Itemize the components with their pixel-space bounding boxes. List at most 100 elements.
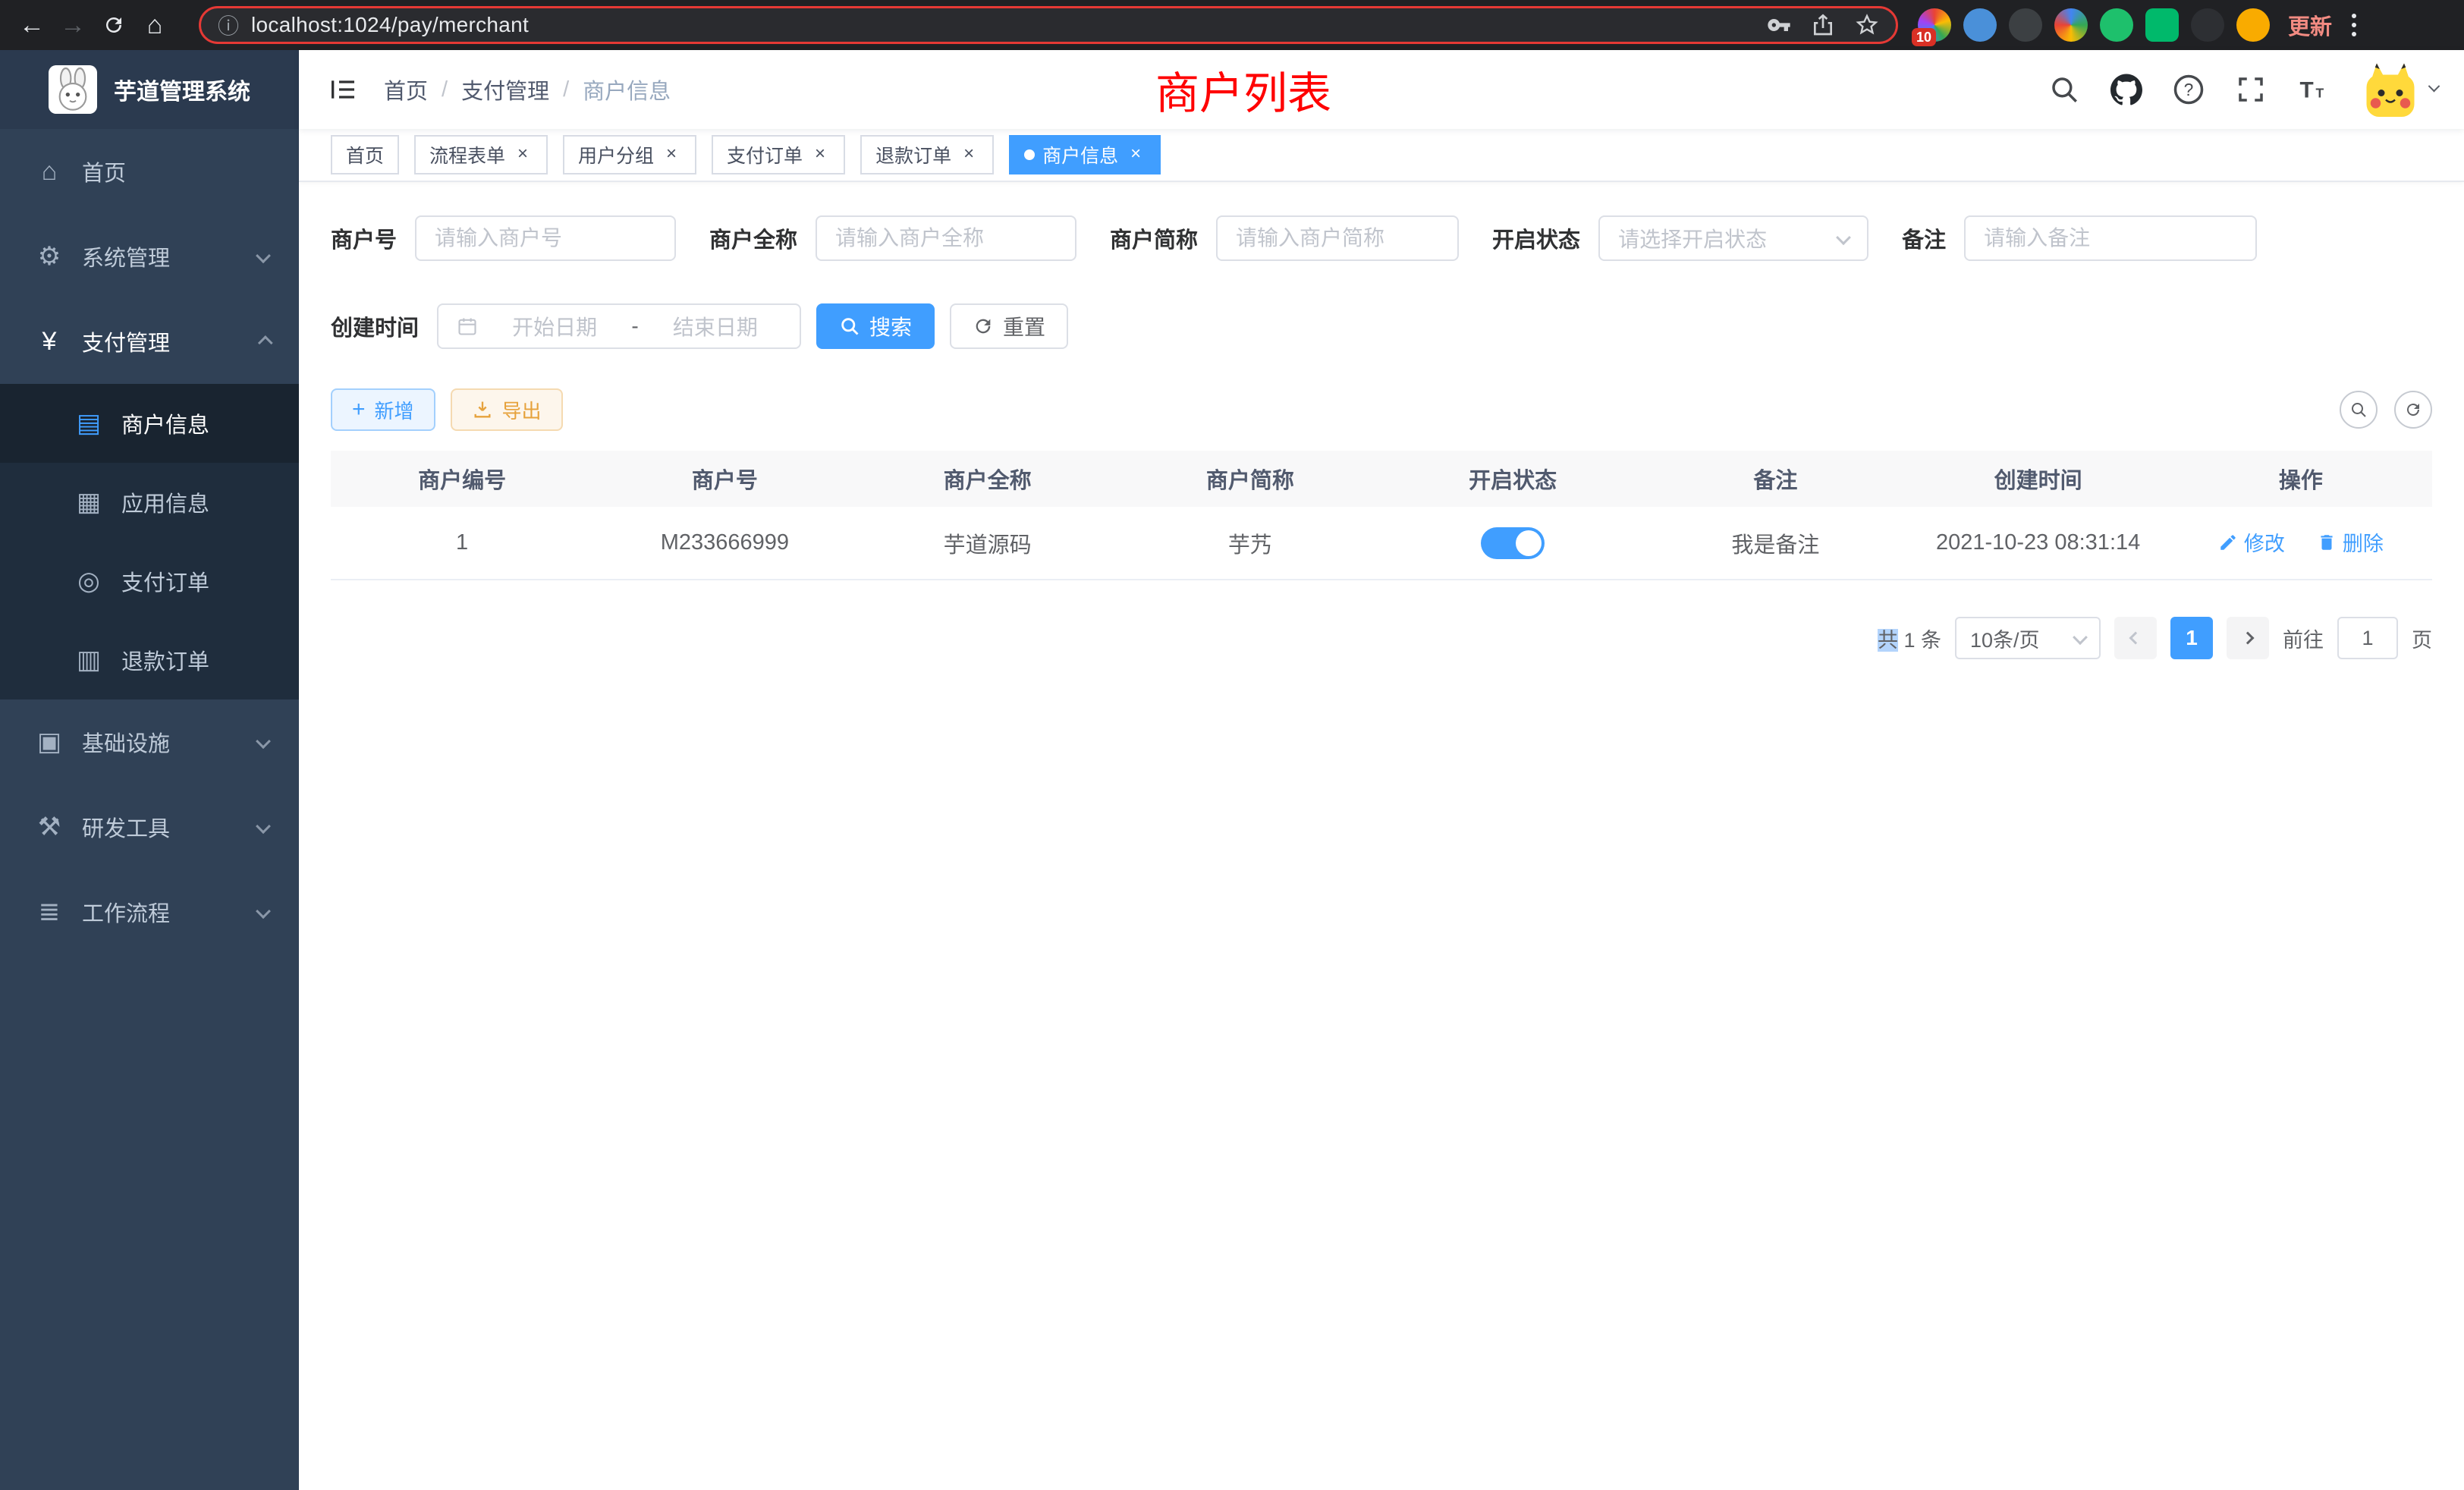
help-icon[interactable]: ? <box>2170 71 2207 108</box>
fullscreen-icon[interactable] <box>2233 71 2269 108</box>
breadcrumb-payment[interactable]: 支付管理 <box>461 74 549 105</box>
close-icon[interactable] <box>662 145 681 165</box>
home-icon[interactable]: ⌂ <box>137 7 173 43</box>
browser-menu-icon[interactable] <box>2347 9 2361 41</box>
close-icon[interactable] <box>513 145 533 165</box>
bookmark-star-icon[interactable] <box>1855 13 1879 37</box>
tab-label: 流程表单 <box>429 141 505 168</box>
next-page-button[interactable] <box>2227 617 2269 659</box>
goto-label: 前往 <box>2283 624 2324 653</box>
sidebar-item-system[interactable]: ⚙ 系统管理 <box>0 214 299 299</box>
extension-icon[interactable] <box>2009 8 2042 42</box>
reload-icon[interactable] <box>96 7 132 43</box>
sidebar-item-label: 工作流程 <box>82 896 170 928</box>
close-icon[interactable] <box>1126 145 1146 165</box>
hamburger-icon[interactable] <box>325 71 361 108</box>
add-button[interactable]: 新增 <box>331 388 435 431</box>
extension-icon[interactable] <box>2054 8 2088 42</box>
sidebar-item-label: 支付管理 <box>82 325 170 357</box>
app-frame: 芋道管理系统 ⌂ 首页 ⚙ 系统管理 ¥ 支付管理 ▤ 商户信息 <box>0 50 2464 1490</box>
monitor-icon: ▣ <box>30 727 68 757</box>
export-button[interactable]: 导出 <box>451 388 563 431</box>
select-placeholder: 请选择开启状态 <box>1618 223 1767 253</box>
merchant-no-input[interactable] <box>415 215 676 261</box>
extensions-area: 10 <box>1918 8 2270 42</box>
sidebar-item-pay-order[interactable]: ◎ 支付订单 <box>0 542 299 621</box>
status-select[interactable]: 请选择开启状态 <box>1598 215 1868 261</box>
sidebar-item-home[interactable]: ⌂ 首页 <box>0 129 299 214</box>
sidebar-item-dev-tools[interactable]: ⚒ 研发工具 <box>0 784 299 869</box>
date-separator: - <box>631 314 638 338</box>
chevron-up-icon <box>258 329 269 354</box>
user-menu[interactable] <box>2363 62 2438 117</box>
sidebar-item-infrastructure[interactable]: ▣ 基础设施 <box>0 699 299 784</box>
sidebar-item-merchant-info[interactable]: ▤ 商户信息 <box>0 384 299 463</box>
tab-refund-order[interactable]: 退款订单 <box>860 135 994 174</box>
filter-short-name: 商户简称 <box>1110 215 1459 261</box>
github-icon[interactable] <box>2108 71 2145 108</box>
chrome-update-button[interactable]: 更新 <box>2288 9 2332 41</box>
tab-user-group[interactable]: 用户分组 <box>563 135 696 174</box>
svg-text:T: T <box>2300 78 2314 103</box>
chevron-down-icon <box>1838 226 1849 250</box>
navbar-tools: ? TT <box>2046 62 2438 117</box>
share-icon[interactable] <box>1811 13 1835 37</box>
sidebar-item-refund-order[interactable]: ▥ 退款订单 <box>0 621 299 699</box>
sidebar: 芋道管理系统 ⌂ 首页 ⚙ 系统管理 ¥ 支付管理 ▤ 商户信息 <box>0 50 299 1490</box>
extension-icon[interactable] <box>1963 8 1997 42</box>
search-button[interactable]: 搜索 <box>816 303 935 349</box>
password-key-icon[interactable] <box>1767 13 1791 37</box>
page-size-select[interactable]: 10条/页 <box>1955 617 2101 659</box>
dashboard-icon: ⌂ <box>30 157 68 187</box>
gear-icon: ⚙ <box>30 241 68 272</box>
page-number-1[interactable]: 1 <box>2170 617 2213 659</box>
breadcrumb-current: 商户信息 <box>583 74 671 105</box>
status-switch[interactable] <box>1481 527 1545 559</box>
tab-home[interactable]: 首页 <box>331 135 399 174</box>
close-icon[interactable] <box>810 145 830 165</box>
edit-link[interactable]: 修改 <box>2218 527 2285 557</box>
cell-status <box>1381 507 1644 580</box>
caret-down-icon <box>2430 83 2438 96</box>
column-header: 备注 <box>1644 451 1906 507</box>
goto-page-input[interactable] <box>2337 617 2398 659</box>
app-logo[interactable]: 芋道管理系统 <box>0 50 299 129</box>
sidebar-item-app-info[interactable]: ▦ 应用信息 <box>0 463 299 542</box>
refresh-button[interactable] <box>2394 391 2432 429</box>
address-bar[interactable]: ⓘ localhost:1024/pay/merchant <box>199 6 1898 44</box>
full-name-input[interactable] <box>816 215 1076 261</box>
remark-input[interactable] <box>1964 215 2257 261</box>
site-info-icon[interactable]: ⓘ <box>218 10 239 40</box>
font-size-icon[interactable]: TT <box>2295 71 2331 108</box>
toggle-search-button[interactable] <box>2340 391 2378 429</box>
cell-create-time: 2021-10-23 08:31:14 <box>1907 507 2170 580</box>
extension-icon[interactable] <box>2191 8 2224 42</box>
extension-icon[interactable] <box>2236 8 2270 42</box>
short-name-input[interactable] <box>1216 215 1459 261</box>
search-icon[interactable] <box>2046 71 2082 108</box>
extension-icon[interactable] <box>2145 8 2179 42</box>
yen-icon: ¥ <box>30 327 68 357</box>
main-area: 首页 / 支付管理 / 商户信息 商户列表 ? <box>299 50 2464 1490</box>
url-text[interactable]: localhost:1024/pay/merchant <box>251 13 529 37</box>
tab-label: 商户信息 <box>1042 141 1118 168</box>
date-range-picker[interactable]: 开始日期 - 结束日期 <box>437 303 801 349</box>
close-icon[interactable] <box>959 145 979 165</box>
back-icon[interactable]: ← <box>14 7 50 43</box>
prev-page-button[interactable] <box>2114 617 2157 659</box>
delete-link[interactable]: 删除 <box>2317 527 2384 557</box>
tab-merchant-info[interactable]: 商户信息 <box>1009 135 1161 174</box>
browser-toolbar: ← → ⌂ ⓘ localhost:1024/pay/merchant 10 <box>0 0 2464 50</box>
extension-icon[interactable] <box>2100 8 2133 42</box>
user-avatar[interactable] <box>2363 62 2418 117</box>
breadcrumb-home[interactable]: 首页 <box>384 74 428 105</box>
sidebar-item-workflow[interactable]: ≣ 工作流程 <box>0 869 299 954</box>
extension-icon[interactable]: 10 <box>1918 8 1951 42</box>
edit-link-label: 修改 <box>2244 527 2285 557</box>
tab-process-form[interactable]: 流程表单 <box>414 135 548 174</box>
forward-icon[interactable]: → <box>55 7 91 43</box>
sidebar-item-payment[interactable]: ¥ 支付管理 <box>0 299 299 384</box>
table-header-row: 商户编号 商户号 商户全称 商户简称 开启状态 备注 创建时间 操作 <box>331 451 2432 507</box>
tab-pay-order[interactable]: 支付订单 <box>712 135 845 174</box>
reset-button[interactable]: 重置 <box>950 303 1068 349</box>
